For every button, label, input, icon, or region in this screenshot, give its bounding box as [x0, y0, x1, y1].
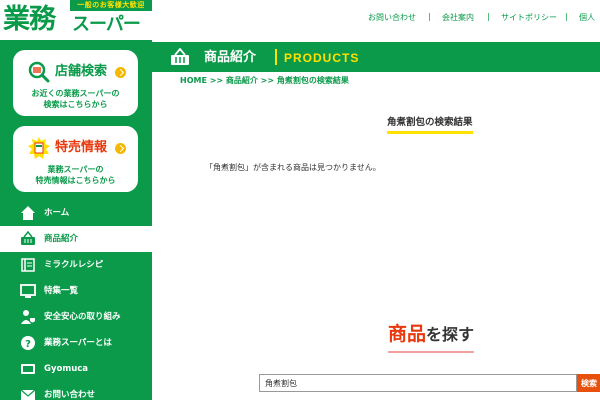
- sidebar-item-about[interactable]: ? 業務スーパーとは: [0, 330, 152, 356]
- sidebar-item-label: ミラクルレシピ: [44, 260, 104, 270]
- header-links: お問い合わせ | 会社案内 | サイトポリシー | 個人: [152, 0, 600, 35]
- sale-info-text-line2: 特売情報はこちらから: [35, 176, 116, 185]
- search-button[interactable]: 検索: [577, 374, 600, 392]
- sidebar-item-label: 業務スーパーとは: [44, 338, 112, 348]
- sidebar-item-safety[interactable]: 安全安心の取り組み: [0, 304, 152, 330]
- store-search-text-line2: 検索はこちらから: [43, 100, 108, 109]
- header-link-company[interactable]: 会社案内: [442, 12, 474, 23]
- search-input[interactable]: [259, 374, 577, 392]
- gyomuca-icon: [21, 364, 35, 374]
- sidebar-item-home[interactable]: ホーム: [0, 200, 152, 226]
- logo-name-main: 業務: [3, 4, 56, 35]
- header-separator: |: [428, 12, 431, 21]
- sale-info-title: 特売情報: [55, 140, 108, 155]
- safety-icon: [21, 310, 35, 324]
- logo-tagline: 一般のお客様大歓迎: [70, 0, 152, 11]
- magnifier-icon: [28, 61, 50, 83]
- sidebar-item-label: Gyomuca: [44, 364, 89, 374]
- header-separator: |: [565, 12, 568, 21]
- sidebar-item-products[interactable]: 商品紹介: [0, 226, 152, 252]
- sidebar-item-label: 安全安心の取り組み: [44, 312, 121, 322]
- sale-info-text-line1: 業務スーパーの: [47, 165, 104, 174]
- section-header: 商品紹介 PRODUCTS: [152, 42, 600, 72]
- sale-info-card[interactable]: 特売情報 業務スーパーの 特売情報はこちらから: [13, 126, 138, 192]
- svg-text:?: ?: [25, 339, 31, 350]
- mail-icon: [20, 389, 36, 400]
- logo-name-sub: スーパー: [72, 14, 141, 35]
- section-title-en: PRODUCTS: [284, 51, 360, 65]
- result-heading: 角煮割包の検索結果: [387, 117, 473, 134]
- question-icon: ?: [21, 336, 35, 350]
- basket-icon: [171, 48, 189, 65]
- find-heading-dark: を探す: [426, 325, 475, 344]
- site-logo[interactable]: 一般のお客様大歓迎 業務 スーパー: [0, 0, 152, 40]
- find-products-heading: 商品を探す: [388, 322, 475, 353]
- find-heading-red: 商品: [388, 323, 427, 345]
- sidebar-item-label: お問い合わせ: [44, 390, 96, 400]
- sidebar-item-label: 商品紹介: [44, 234, 79, 244]
- sidebar-item-label: 特集一覧: [44, 286, 79, 296]
- sidebar: 一般のお客様大歓迎 業務 スーパー 店舗検索 お近くの業務スーパーの 検索はこち…: [0, 0, 152, 400]
- breadcrumb[interactable]: HOME >> 商品紹介 >> 角煮割包の検索結果: [180, 75, 349, 86]
- chevron-right-icon: [115, 143, 126, 154]
- basket-icon: [21, 231, 35, 245]
- header-link-policy[interactable]: サイトポリシー: [501, 12, 557, 23]
- store-search-title: 店舗検索: [55, 64, 108, 79]
- sidebar-item-features[interactable]: 特集一覧: [0, 278, 152, 304]
- monitor-icon: [20, 284, 36, 298]
- chevron-right-icon: [115, 67, 126, 78]
- sidebar-nav: ホーム 商品紹介 ミラクルレシピ 特集一覧 安全安心の取り組み ? 業務スーパー…: [0, 200, 152, 400]
- header-separator: |: [487, 12, 490, 21]
- sidebar-item-contact[interactable]: お問い合わせ: [0, 382, 152, 400]
- header-link-privacy[interactable]: 個人: [579, 12, 595, 23]
- store-search-text: お近くの業務スーパーの 検索はこちらから: [13, 88, 138, 110]
- section-divider: [275, 49, 277, 65]
- store-search-card[interactable]: 店舗検索 お近くの業務スーパーの 検索はこちらから: [13, 50, 138, 116]
- header-link-contact[interactable]: お問い合わせ: [368, 12, 416, 23]
- store-search-text-line1: お近くの業務スーパーの: [31, 89, 120, 98]
- home-icon: [21, 206, 35, 220]
- section-title: 商品紹介: [204, 50, 257, 65]
- flyer-icon: [28, 137, 50, 159]
- result-message: 「角煮割包」が含まれる商品は見つかりません。: [205, 163, 381, 172]
- sidebar-item-label: ホーム: [44, 208, 70, 218]
- sale-info-text: 業務スーパーの 特売情報はこちらから: [13, 164, 138, 186]
- store-search-title-row: 店舗検索: [13, 59, 138, 85]
- recipe-icon: [21, 258, 35, 272]
- sidebar-item-recipe[interactable]: ミラクルレシピ: [0, 252, 152, 278]
- sale-info-title-row: 特売情報: [13, 135, 138, 161]
- sidebar-item-gyomuca[interactable]: Gyomuca: [0, 356, 152, 382]
